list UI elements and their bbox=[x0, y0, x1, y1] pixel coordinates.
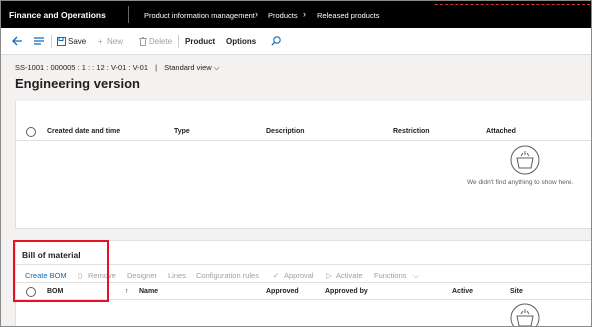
lines-button[interactable]: Lines bbox=[168, 271, 186, 280]
save-icon bbox=[57, 37, 66, 46]
column-header[interactable]: Name bbox=[139, 288, 158, 295]
column-header[interactable]: Approved by bbox=[325, 288, 368, 295]
plus-icon: + bbox=[98, 37, 103, 46]
record-id: SS-1001 : 000005 : 1 : : 12 : V-01 : V-0… bbox=[15, 63, 149, 72]
approval-button[interactable]: Approval bbox=[284, 271, 314, 280]
column-header[interactable]: Active bbox=[452, 288, 473, 295]
view-selector[interactable]: Standard view bbox=[164, 63, 212, 72]
column-header[interactable]: Site bbox=[510, 288, 523, 295]
chevron-down-icon[interactable]: ⌵ bbox=[214, 63, 220, 72]
toolbar-divider bbox=[178, 35, 179, 48]
column-header[interactable]: Approved bbox=[266, 288, 299, 295]
checkmark-icon: ✓ bbox=[273, 271, 280, 280]
annotation-mark bbox=[435, 2, 590, 5]
search-icon[interactable] bbox=[271, 36, 281, 46]
sort-arrow-icon[interactable]: ↑ bbox=[125, 288, 129, 295]
trash-icon bbox=[139, 37, 147, 46]
options-tab[interactable]: Options bbox=[226, 37, 256, 46]
back-arrow-icon[interactable] bbox=[12, 36, 23, 46]
empty-state-icon bbox=[510, 145, 540, 175]
functions-button[interactable]: Functions bbox=[374, 271, 407, 280]
nav-divider bbox=[128, 6, 129, 23]
empty-state-message: We didn't find anything to show here. bbox=[467, 179, 574, 186]
chevron-right-icon: › bbox=[303, 9, 306, 19]
play-icon: ▷ bbox=[326, 271, 332, 280]
column-header[interactable]: Created date and time bbox=[47, 128, 120, 135]
record-identifier: SS-1001 : 000005 : 1 : : 12 : V-01 : V-0… bbox=[15, 63, 219, 73]
delete-button[interactable]: Delete bbox=[149, 37, 172, 46]
highlight-annotation-box bbox=[13, 240, 109, 302]
chevron-down-icon: ⌵ bbox=[413, 271, 419, 280]
page-title: Engineering version bbox=[15, 76, 140, 91]
menu-lines-icon[interactable] bbox=[34, 37, 44, 45]
column-header[interactable]: Attached bbox=[486, 128, 516, 135]
attachments-card: Created date and time Type Description R… bbox=[15, 101, 591, 229]
empty-state-icon bbox=[510, 303, 540, 326]
save-button[interactable]: Save bbox=[68, 37, 86, 46]
breadcrumb-item[interactable]: Product information management bbox=[144, 11, 255, 20]
divider: | bbox=[155, 63, 158, 72]
designer-button[interactable]: Designer bbox=[127, 271, 157, 280]
activate-button[interactable]: Activate bbox=[336, 271, 363, 280]
column-header[interactable]: Restriction bbox=[393, 128, 430, 135]
breadcrumb-item[interactable]: Products bbox=[268, 11, 298, 20]
new-button[interactable]: New bbox=[107, 37, 123, 46]
toolbar-divider bbox=[51, 35, 52, 48]
column-header[interactable]: Type bbox=[174, 128, 190, 135]
action-pane: Save + New Delete Product Options bbox=[1, 28, 591, 55]
top-nav-bar: Finance and Operations Product informati… bbox=[1, 1, 591, 28]
column-header[interactable]: Description bbox=[266, 128, 305, 135]
app-title[interactable]: Finance and Operations bbox=[9, 10, 106, 20]
breadcrumb-item[interactable]: Released products bbox=[317, 11, 380, 20]
app-window: Finance and Operations Product informati… bbox=[0, 0, 592, 327]
configuration-rules-button[interactable]: Configuration rules bbox=[196, 271, 259, 280]
product-tab[interactable]: Product bbox=[185, 37, 215, 46]
select-all-checkbox[interactable] bbox=[26, 127, 36, 137]
attachments-grid-header: Created date and time Type Description R… bbox=[16, 123, 591, 141]
chevron-right-icon: › bbox=[255, 9, 258, 19]
